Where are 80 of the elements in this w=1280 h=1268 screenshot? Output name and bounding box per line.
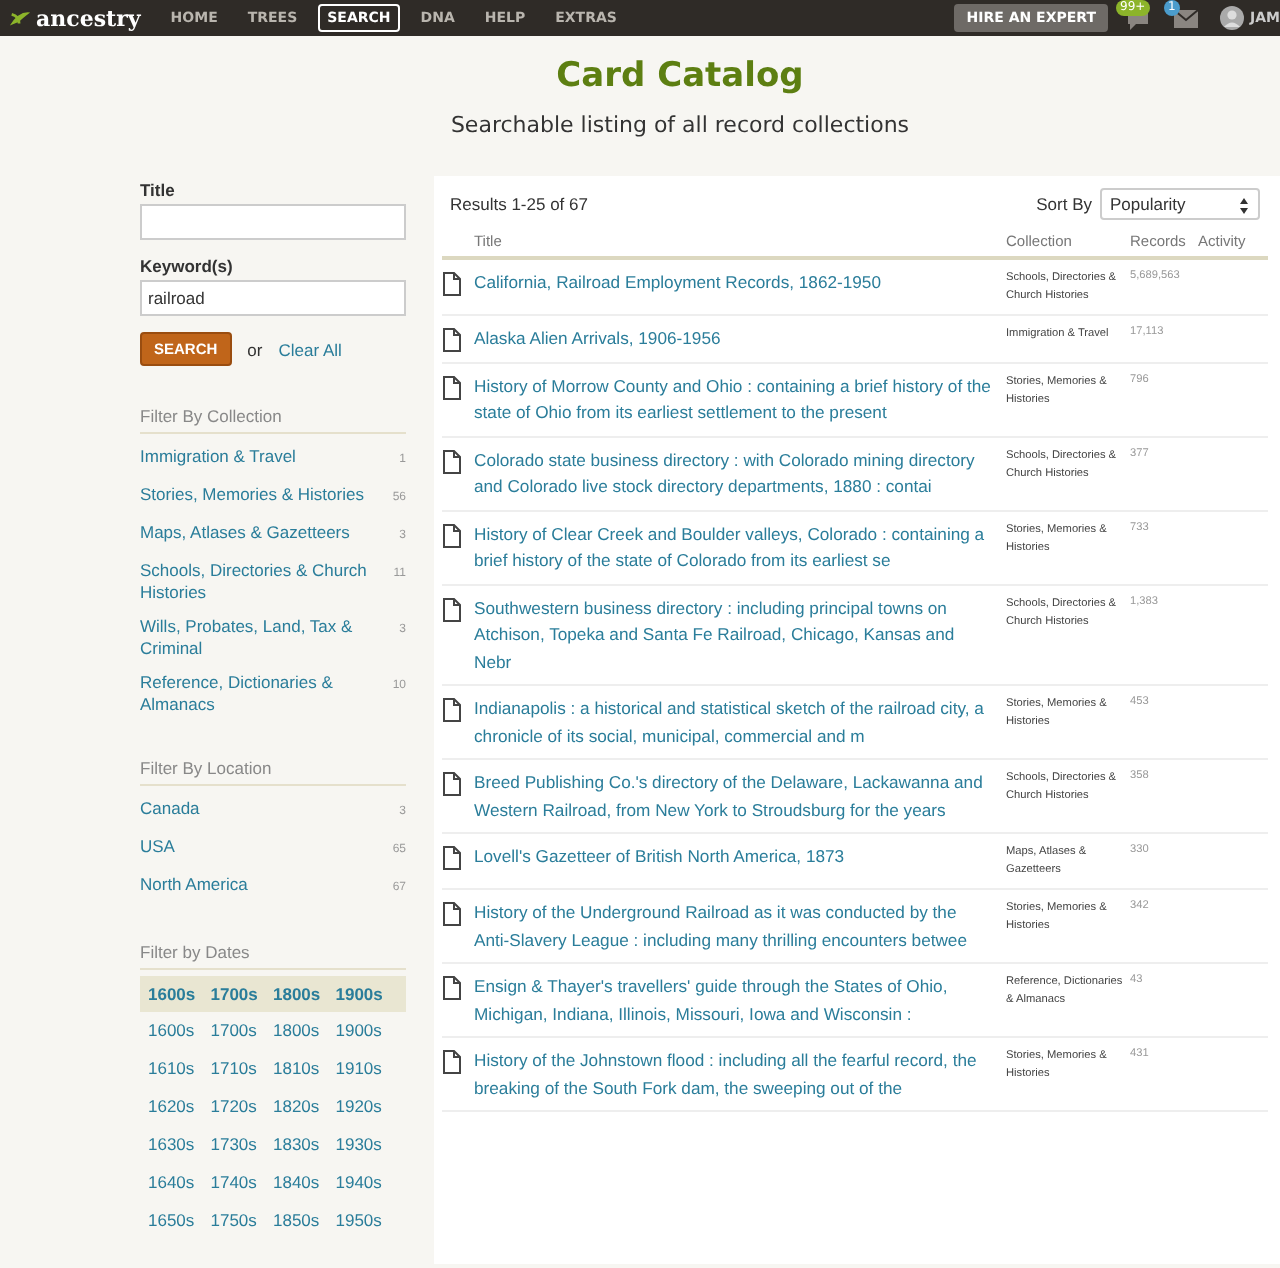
decade-link[interactable]: 1640s	[148, 1172, 211, 1192]
filter-link[interactable]: USA	[140, 836, 175, 858]
sort-label: Sort By	[1036, 194, 1092, 214]
filter-link[interactable]: Reference, Dictionaries & Almanacs	[140, 672, 380, 716]
decade-link[interactable]: 1820s	[273, 1096, 336, 1116]
document-icon	[442, 698, 462, 722]
document-icon	[442, 772, 462, 796]
collection-title-link[interactable]: Indianapolis : a historical and statistical sketch of the railroad city, a chronicle of its social, municipal, commercial and m	[474, 696, 1006, 750]
document-icon	[442, 902, 462, 926]
filter-link[interactable]: Maps, Atlases & Gazetteers	[140, 522, 350, 544]
mail-icon[interactable]	[1172, 6, 1200, 32]
sort-dropdown[interactable]: Popularity	[1100, 188, 1260, 220]
collection-title-link[interactable]: Alaska Alien Arrivals, 1906-1956	[474, 326, 1006, 353]
decade-link[interactable]: 1800s	[273, 1020, 336, 1040]
document-icon	[442, 976, 462, 1000]
field-label: Keyword(s)	[140, 256, 235, 276]
or-text: or	[247, 339, 263, 359]
document-icon	[442, 523, 462, 547]
filter-heading: Filter By Collection	[140, 406, 406, 434]
decade-link[interactable]: 1750s	[210, 1210, 273, 1230]
decade-link[interactable]: 1600s	[148, 1020, 211, 1040]
document-icon	[442, 375, 462, 399]
decade-link[interactable]: 1610s	[148, 1058, 211, 1078]
decade-link[interactable]: 1620s	[148, 1096, 211, 1116]
decade-link[interactable]: 1630s	[148, 1134, 211, 1154]
collection-title-link[interactable]: Breed Publishing Co.'s directory of the Delaware, Lackawanna and Western Railroad, from New York to Stroudsburg for the years	[474, 770, 1006, 824]
decade-link[interactable]: 1840s	[273, 1172, 336, 1192]
decade-link[interactable]: 1950s	[335, 1210, 398, 1230]
clear-all-link[interactable]: Clear All	[278, 339, 342, 359]
decade-link[interactable]: 1850s	[273, 1210, 336, 1230]
decade-link[interactable]: 1710s	[210, 1058, 273, 1078]
page-title: Card Catalog	[556, 56, 804, 96]
decade-link[interactable]: 1720s	[210, 1096, 273, 1116]
filter-link[interactable]: Wills, Probates, Land, Tax & Criminal	[140, 616, 380, 660]
collection-title-link[interactable]: History of the Underground Railroad as it was conducted by the Anti-Slavery League : including many thrilling encounters betwee	[474, 900, 1006, 954]
decade-link[interactable]: 1900s	[335, 1020, 398, 1040]
decade-link[interactable]: 1940s	[335, 1172, 398, 1192]
document-icon	[442, 597, 462, 621]
century-link[interactable]: 1900s	[335, 984, 398, 1004]
field-label: Title	[140, 180, 177, 200]
collection-title-link[interactable]: History of Morrow County and Ohio : containing a brief history of the state of Ohio from its earliest settlement to the present	[474, 373, 1006, 427]
sort-arrows-icon	[1238, 195, 1250, 215]
collection-title-link[interactable]: History of Clear Creek and Boulder valleys, Colorado : containing a brief history of the state of Colorado from its earliest se	[474, 521, 1006, 575]
decade-link[interactable]: 1700s	[210, 1020, 273, 1040]
collection-title-link[interactable]: Ensign & Thayer's travellers' guide through the States of Ohio, Michigan, Indiana, Illinois, Missouri, Iowa and Wisconsin :	[474, 974, 1006, 1028]
filter-link[interactable]: Schools, Directories & Church Histories	[140, 560, 380, 604]
collection-title-link[interactable]: California, Railroad Employment Records, 1862-1950	[474, 270, 1006, 306]
decade-link[interactable]: 1810s	[273, 1058, 336, 1078]
collection-title-link[interactable]: Colorado state business directory : with Colorado mining directory and Colorado live stock directory departments, 1880 : contai	[474, 447, 1006, 501]
logo-text[interactable]: ancestry	[36, 5, 141, 31]
collection-title-link[interactable]: Southwestern business directory : including principal towns on Atchison, Topeka and Santa Fe Railroad, Chicago, Kansas and Nebr	[474, 595, 1006, 676]
document-icon	[442, 846, 462, 870]
filter-heading: Filter By Location	[140, 758, 406, 786]
leaf-icon	[8, 6, 32, 30]
century-link[interactable]: 1700s	[210, 984, 273, 1004]
document-icon	[442, 328, 462, 352]
document-icon	[442, 272, 462, 296]
decade-link[interactable]: 1830s	[273, 1134, 336, 1154]
collection-title-link[interactable]: History of the Johnstown flood : including all the fearful record, the breaking of the South Fork dam, the sweeping out of the	[474, 1048, 1006, 1102]
collection-title-link[interactable]: Lovell's Gazetteer of British North America, 1873	[474, 844, 1006, 880]
input-field[interactable]: railroad	[140, 280, 406, 316]
filter-heading: Filter by Dates	[140, 942, 406, 970]
decade-link[interactable]: 1730s	[210, 1134, 273, 1154]
input-field[interactable]	[140, 204, 406, 240]
page-subtitle: Searchable listing of all record collections	[450, 112, 910, 138]
avatar-icon[interactable]	[1220, 6, 1244, 30]
filter-link[interactable]: Immigration & Travel	[140, 446, 296, 468]
filter-link[interactable]: North America	[140, 874, 248, 896]
decade-link[interactable]: 1920s	[335, 1096, 398, 1116]
filter-link[interactable]: Canada	[140, 798, 200, 820]
results-count: Results 1-25 of 67	[450, 194, 588, 214]
decade-link[interactable]: 1910s	[335, 1058, 398, 1078]
decade-link[interactable]: 1650s	[148, 1210, 211, 1230]
century-link[interactable]: 1800s	[273, 984, 336, 1004]
document-icon	[442, 449, 462, 473]
filter-link[interactable]: Stories, Memories & Histories	[140, 484, 364, 506]
century-link[interactable]: 1600s	[148, 984, 211, 1004]
decade-link[interactable]: 1930s	[335, 1134, 398, 1154]
decade-link[interactable]: 1740s	[210, 1172, 273, 1192]
document-icon	[442, 1050, 462, 1074]
